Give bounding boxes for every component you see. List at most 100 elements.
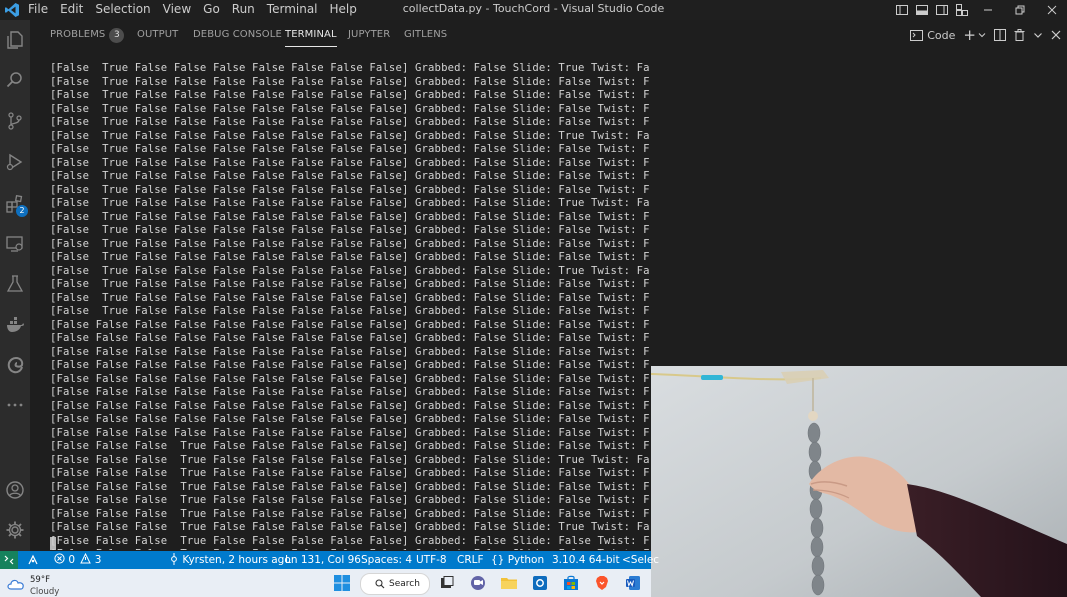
- search-icon[interactable]: [3, 68, 27, 92]
- terminal-line: [False False False True False False Fals…: [50, 521, 650, 533]
- task-view-icon[interactable]: [437, 573, 457, 593]
- tab-terminal[interactable]: TERMINAL: [285, 20, 337, 50]
- plus-icon: +: [963, 25, 976, 44]
- warning-count: 3: [94, 554, 102, 566]
- menu-selection[interactable]: Selection: [95, 0, 158, 20]
- teams-chat-icon[interactable]: [468, 573, 488, 593]
- terminal-line: [False True False False False False Fals…: [50, 183, 650, 196]
- title-controls: [891, 0, 1067, 20]
- problems-count-badge: 3: [109, 28, 125, 43]
- search-icon: [375, 579, 385, 589]
- terminal-line: [False True False False False False Fals…: [50, 75, 650, 88]
- kill-terminal-trash-icon[interactable]: [1014, 29, 1025, 41]
- taskbar-search-box[interactable]: Search: [360, 573, 430, 595]
- terminal-line: [False True False False False False Fals…: [50, 291, 650, 304]
- terminal-line: [False False False False False False Fal…: [50, 372, 650, 385]
- tab-output[interactable]: OUTPUT: [137, 20, 178, 50]
- menu-go[interactable]: Go: [203, 0, 228, 20]
- docker-icon[interactable]: [3, 313, 27, 337]
- menu-terminal[interactable]: Terminal: [267, 0, 326, 20]
- tab-problems[interactable]: PROBLEMS 3: [50, 20, 125, 50]
- warning-icon: [80, 552, 92, 564]
- terminal-line: [False True False False False False Fals…: [50, 170, 650, 182]
- select-item-truncated[interactable]: <Selec: [622, 551, 659, 569]
- panel-tab-bar: PROBLEMS 3 OUTPUT DEBUG CONSOLE TERMINAL …: [30, 20, 1067, 50]
- activity-bar: 2: [0, 20, 30, 551]
- more-icon[interactable]: [3, 393, 27, 417]
- title-bar: File Edit Selection View Go Run Terminal…: [0, 0, 1067, 20]
- extensions-badge: 2: [16, 205, 28, 217]
- customize-layout-icon[interactable]: [953, 0, 971, 20]
- git-blame-item[interactable]: Kyrsten, 2 hours ago: [169, 551, 291, 569]
- menu-edit[interactable]: Edit: [60, 0, 91, 20]
- menu-run[interactable]: Run: [232, 0, 263, 20]
- split-terminal-icon[interactable]: [994, 29, 1006, 41]
- menu-file[interactable]: File: [28, 0, 56, 20]
- taskbar: 59°F Cloudy Search: [0, 569, 651, 597]
- close-window-icon[interactable]: [1037, 0, 1067, 20]
- panel-actions: Code +: [902, 20, 1061, 50]
- terminal-line: [False True False False False False Fals…: [50, 264, 650, 277]
- tab-problems-label: PROBLEMS: [50, 29, 106, 40]
- python-interpreter-selector[interactable]: 3.10.4 64-bit: [552, 551, 620, 569]
- windows-start-icon[interactable]: [332, 573, 352, 593]
- accounts-icon[interactable]: [3, 478, 27, 502]
- encoding-selector[interactable]: UTF-8: [416, 551, 447, 569]
- terminal-line: [False False False False False False Fal…: [50, 426, 650, 439]
- terminal-line: [False False False False False False Fal…: [50, 359, 650, 371]
- restore-icon[interactable]: [1005, 0, 1035, 20]
- error-count: 0: [68, 554, 76, 566]
- cursor-position[interactable]: Ln 131, Col 96: [285, 551, 361, 569]
- toggle-sidebar-icon[interactable]: [893, 0, 911, 20]
- explorer-icon[interactable]: [3, 28, 27, 52]
- brave-browser-icon[interactable]: [592, 573, 612, 593]
- terminal-output[interactable]: [False True False False False False Fals…: [50, 62, 650, 550]
- terminal-line: [False True False False False False Fals…: [50, 116, 650, 128]
- tab-jupyter[interactable]: JUPYTER: [348, 20, 390, 50]
- terminal-profile-selector[interactable]: Code: [910, 29, 955, 42]
- webcam-overlay-video: [651, 366, 1067, 597]
- extensions-icon[interactable]: 2: [3, 192, 28, 217]
- run-debug-icon[interactable]: [3, 150, 27, 174]
- problems-indicator[interactable]: 0 3: [54, 551, 101, 569]
- testing-icon[interactable]: [3, 272, 27, 296]
- tab-gitlens[interactable]: GITLENS: [404, 20, 447, 50]
- new-terminal-button[interactable]: +: [963, 25, 986, 44]
- terminal-line: [False False False False False False Fal…: [50, 399, 650, 412]
- outlook-icon[interactable]: [530, 573, 550, 593]
- settings-gear-icon[interactable]: [3, 518, 27, 542]
- vscode-logo-icon: [4, 2, 20, 18]
- tab-debug-console[interactable]: DEBUG CONSOLE: [193, 20, 282, 50]
- git-commit-icon: [171, 553, 177, 565]
- remote-indicator[interactable]: [0, 551, 18, 569]
- terminal-line: [False True False False False False Fals…: [50, 305, 650, 317]
- menu-view[interactable]: View: [163, 0, 199, 20]
- toggle-panel-icon[interactable]: [913, 0, 931, 20]
- word-icon[interactable]: [623, 573, 643, 593]
- indentation-selector[interactable]: Spaces: 4: [361, 551, 412, 569]
- menu-help[interactable]: Help: [330, 0, 365, 20]
- live-share-icon[interactable]: [27, 551, 39, 569]
- terminal-profile-label: Code: [927, 28, 956, 42]
- line-endings-selector[interactable]: CRLF: [457, 551, 484, 569]
- terminal-line: [False True False False False False Fals…: [50, 89, 650, 101]
- edge-devtools-icon[interactable]: [3, 353, 27, 377]
- cloud-icon: [7, 579, 24, 590]
- source-control-icon[interactable]: [3, 109, 27, 133]
- remote-explorer-icon[interactable]: [3, 232, 27, 256]
- weather-condition: Cloudy: [30, 587, 60, 597]
- terminal-cursor: [50, 537, 56, 550]
- microsoft-store-icon[interactable]: [561, 573, 581, 593]
- minimize-icon[interactable]: [973, 0, 1003, 20]
- close-panel-icon[interactable]: [1051, 30, 1061, 40]
- terminal-line: [False False False True False False Fals…: [50, 534, 650, 547]
- toggle-secondary-sidebar-icon[interactable]: [933, 0, 951, 20]
- terminal-icon: [910, 29, 924, 41]
- file-explorer-icon[interactable]: [499, 573, 519, 593]
- terminal-line: [False False False True False False Fals…: [50, 467, 650, 479]
- terminal-line: [False False False True False False Fals…: [50, 507, 650, 520]
- terminal-line: [False True False False False False Fals…: [50, 251, 650, 263]
- terminal-line: [False False False False False False Fal…: [50, 318, 650, 331]
- language-mode-selector[interactable]: {} Python: [491, 551, 544, 569]
- maximize-panel-chevron-icon[interactable]: [1033, 30, 1043, 40]
